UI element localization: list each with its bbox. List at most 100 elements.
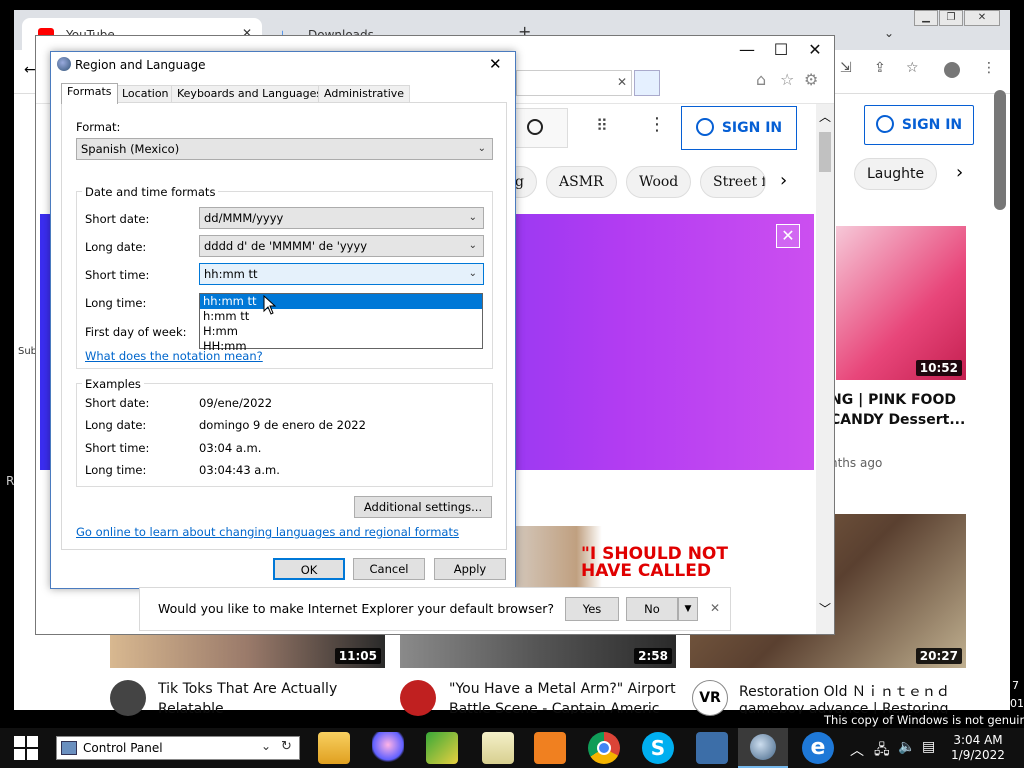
chevron-down-icon[interactable]: ⌄ (884, 26, 894, 40)
tab-keyboards-languages[interactable]: Keyboards and Languages (171, 85, 329, 103)
scroll-up-icon[interactable]: ︿ (819, 108, 831, 125)
sign-in-button[interactable]: SIGN IN (864, 105, 974, 145)
chip-wood[interactable]: Wood (626, 166, 692, 198)
ie-scrollbar[interactable]: ︿ ﹀ (816, 104, 834, 634)
notepad-icon[interactable] (482, 732, 514, 764)
apply-button[interactable]: Apply (434, 558, 506, 580)
online-help-link[interactable]: Go online to learn about changing langua… (76, 525, 459, 539)
additional-settings-button[interactable]: Additional settings... (354, 496, 492, 518)
gear-icon[interactable]: ⚙ (804, 70, 818, 89)
minimize-button[interactable]: — (730, 36, 764, 64)
dropdown-option[interactable]: h:mm tt (200, 309, 482, 324)
close-icon[interactable]: ✕ (617, 75, 627, 89)
cancel-button[interactable]: Cancel (353, 558, 425, 580)
edge-icon[interactable]: e (802, 732, 834, 764)
long-date-label: Long date: (85, 240, 147, 254)
chrome-icon[interactable] (588, 732, 620, 764)
profile-icon[interactable] (944, 62, 960, 78)
dropdown-option[interactable]: HH:mm (200, 339, 482, 354)
short-time-dropdown-list: hh:mm tt h:mm tt H:mm HH:mm (199, 293, 483, 353)
no-button[interactable]: No (626, 597, 678, 621)
scroll-thumb[interactable] (819, 132, 831, 172)
video-title-line2[interactable]: CANDY Dessert... (830, 412, 965, 428)
chip-laughter[interactable]: Laughte (854, 158, 938, 190)
network-icon[interactable]: 🖧 (874, 739, 890, 763)
file-explorer-icon[interactable] (318, 732, 350, 764)
chevron-down-icon: ⌄ (468, 240, 477, 251)
tab-location[interactable]: Location (116, 85, 175, 103)
control-panel-taskbar-icon[interactable] (696, 732, 728, 764)
ok-button[interactable]: OK (273, 558, 345, 580)
notifications-icon[interactable]: ▤ (922, 739, 935, 755)
more-icon[interactable]: ⋮ (648, 114, 666, 135)
dropdown-option[interactable]: H:mm (200, 324, 482, 339)
video-title[interactable]: Tik Toks That Are Actually (158, 681, 388, 697)
video-thumbnail[interactable]: 11:05 (110, 634, 385, 668)
long-date-select[interactable]: dddd d' de 'MMMM' de 'yyyy ⌄ (199, 235, 484, 257)
spider-solitaire-icon[interactable] (426, 732, 458, 764)
video-thumbnail[interactable]: 10:52 (836, 226, 966, 380)
back-arrow-icon[interactable]: ← (24, 62, 36, 78)
favorites-star-icon[interactable]: ☆ (780, 70, 794, 89)
chevron-right-icon[interactable]: › (780, 170, 787, 191)
scrollbar[interactable] (994, 90, 1006, 210)
no-dropdown-button[interactable]: ▼ (678, 597, 698, 621)
yes-button[interactable]: Yes (565, 597, 619, 621)
star-icon[interactable]: ☆ (906, 60, 919, 76)
apps-grid-icon[interactable]: ⠿ (596, 116, 608, 135)
notification-text: Would you like to make Internet Explorer… (158, 601, 555, 616)
clock[interactable]: 3:04 AM 1/9/2022 (940, 733, 1016, 763)
mouse-cursor-icon (263, 295, 277, 315)
chevron-up-icon[interactable]: ︿ (850, 740, 864, 760)
taskbar-search-input[interactable]: Control Panel ⌄ ↻ (56, 736, 300, 760)
media-player-icon[interactable] (534, 732, 566, 764)
format-value: Spanish (Mexico) (81, 142, 180, 156)
chrome-minimize-button[interactable]: ▁ (914, 10, 938, 26)
address-input[interactable]: ✕ (516, 70, 632, 96)
chrome-menu-icon[interactable]: ⋮ (982, 60, 996, 76)
sign-in-button[interactable]: SIGN IN (681, 106, 797, 150)
scroll-down-icon[interactable]: ﹀ (819, 600, 831, 617)
share-icon[interactable]: ⇪ (874, 60, 886, 76)
short-time-select[interactable]: hh:mm tt ⌄ (199, 263, 484, 285)
close-icon[interactable]: ✕ (489, 55, 502, 73)
windows-start-icon[interactable] (14, 736, 38, 760)
chrome-close-button[interactable]: ✕ (964, 10, 1000, 26)
home-icon[interactable]: ⌂ (756, 70, 766, 89)
video-thumbnail[interactable]: 2:58 (400, 634, 676, 668)
example-short-date: 09/ene/2022 (199, 396, 273, 410)
close-icon[interactable]: ✕ (710, 601, 720, 615)
chip-asmr[interactable]: ASMR (546, 166, 617, 198)
chip-street-food[interactable]: Street fo (700, 166, 766, 198)
chevron-right-icon[interactable]: › (956, 162, 963, 183)
new-tab-button[interactable] (634, 70, 660, 96)
tab-formats[interactable]: Formats (61, 83, 118, 104)
video-title-line2[interactable]: Battle Scene - Captain Americ (449, 701, 685, 714)
chrome-restore-button[interactable]: ❐ (939, 10, 963, 26)
skype-icon[interactable]: S (642, 732, 674, 764)
video-title-line2[interactable]: Relatable (158, 701, 388, 714)
region-language-taskbar-button[interactable] (738, 728, 788, 768)
video-title[interactable]: "You Have a Metal Arm?" Airport (449, 681, 685, 697)
video-title[interactable]: NG | PINK FOOD (830, 392, 956, 408)
channel-avatar[interactable] (400, 680, 436, 716)
short-date-select[interactable]: dd/MMM/yyyy ⌄ (199, 207, 484, 229)
install-icon[interactable]: ⇲ (840, 60, 852, 76)
channel-avatar[interactable] (110, 680, 146, 716)
maximize-button[interactable]: ☐ (764, 36, 798, 64)
paint3d-icon[interactable] (372, 732, 404, 764)
dialog-title: Region and Language (75, 58, 206, 72)
chevron-down-icon[interactable]: ⌄ (261, 739, 271, 753)
volume-icon[interactable]: 🔈 (898, 739, 915, 755)
globe-icon (57, 57, 71, 71)
dropdown-option[interactable]: hh:mm tt (200, 294, 482, 309)
format-select[interactable]: Spanish (Mexico) ⌄ (76, 138, 493, 160)
channel-avatar[interactable]: VR (692, 680, 728, 716)
close-button[interactable]: ✕ (798, 36, 832, 64)
refresh-icon[interactable]: ↻ (281, 739, 292, 754)
video-title[interactable]: Restoration Old Ｎｉｎｔｅｎｄｏ (739, 681, 949, 701)
watermark-edge-text: 7 (1012, 679, 1019, 692)
tab-administrative[interactable]: Administrative (318, 85, 411, 103)
short-time-label: Short time: (85, 268, 150, 282)
close-ad-button[interactable]: ✕ (776, 224, 800, 248)
